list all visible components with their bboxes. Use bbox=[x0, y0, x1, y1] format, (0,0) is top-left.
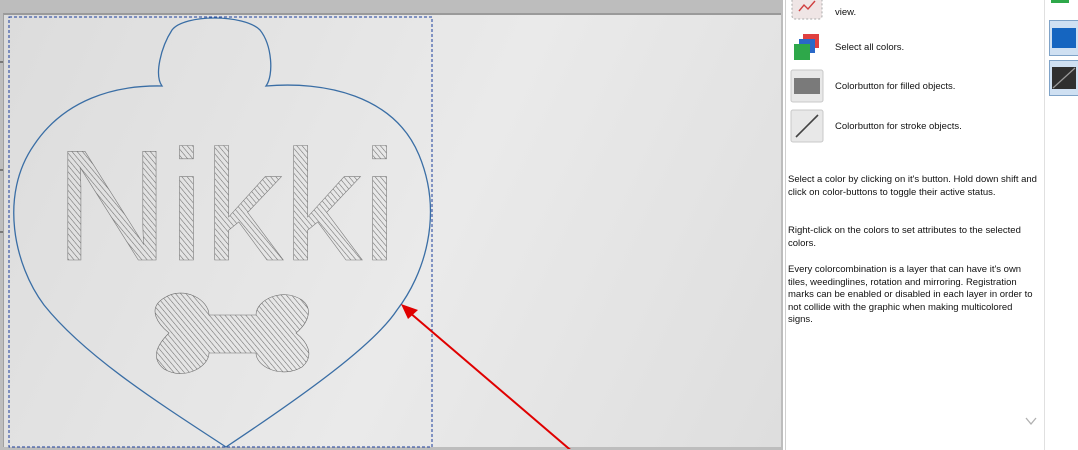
marker-icon bbox=[790, 0, 824, 21]
canvas-frame: Nikki bbox=[0, 0, 783, 450]
help-row-partial: view. bbox=[790, 0, 856, 21]
select-all-colors-icon bbox=[790, 30, 824, 64]
stroke-swatch-icon bbox=[1052, 67, 1076, 89]
green-layer-indicator bbox=[1051, 0, 1069, 3]
scroll-down-icon[interactable] bbox=[1024, 414, 1038, 428]
drawing-canvas[interactable]: Nikki bbox=[3, 13, 781, 449]
color-layer-strip bbox=[1044, 0, 1078, 450]
help-label-filled: Colorbutton for filled objects. bbox=[835, 80, 956, 92]
help-row-select-all: Select all colors. bbox=[790, 30, 904, 64]
annotation-arrow bbox=[401, 304, 571, 449]
ruler-marks bbox=[0, 61, 3, 233]
help-label-partial: view. bbox=[835, 6, 857, 18]
blue-color-button[interactable] bbox=[1049, 20, 1078, 56]
stroke-color-icon bbox=[790, 109, 824, 143]
engraved-text[interactable]: Nikki bbox=[55, 118, 398, 295]
help-paragraph-2: Right-click on the colors to set attribu… bbox=[788, 225, 1021, 249]
help-panel: view. Select all colors. Colorbutton for… bbox=[785, 0, 1043, 450]
help-label-stroke: Colorbutton for stroke objects. bbox=[835, 120, 962, 132]
stroke-color-button[interactable] bbox=[1049, 60, 1078, 96]
help-row-stroke: Colorbutton for stroke objects. bbox=[790, 109, 962, 143]
blue-swatch bbox=[1052, 28, 1076, 48]
filled-color-icon bbox=[790, 69, 824, 103]
help-paragraph-1: Select a color by clicking on it's butto… bbox=[788, 174, 1037, 198]
help-label-select-all: Select all colors. bbox=[835, 41, 905, 53]
drawing-svg: Nikki bbox=[8, 16, 571, 449]
help-row-filled: Colorbutton for filled objects. bbox=[790, 69, 955, 103]
help-paragraph-3: Every colorcombination is a layer that c… bbox=[788, 264, 1033, 325]
bone-graphic[interactable] bbox=[154, 292, 310, 374]
